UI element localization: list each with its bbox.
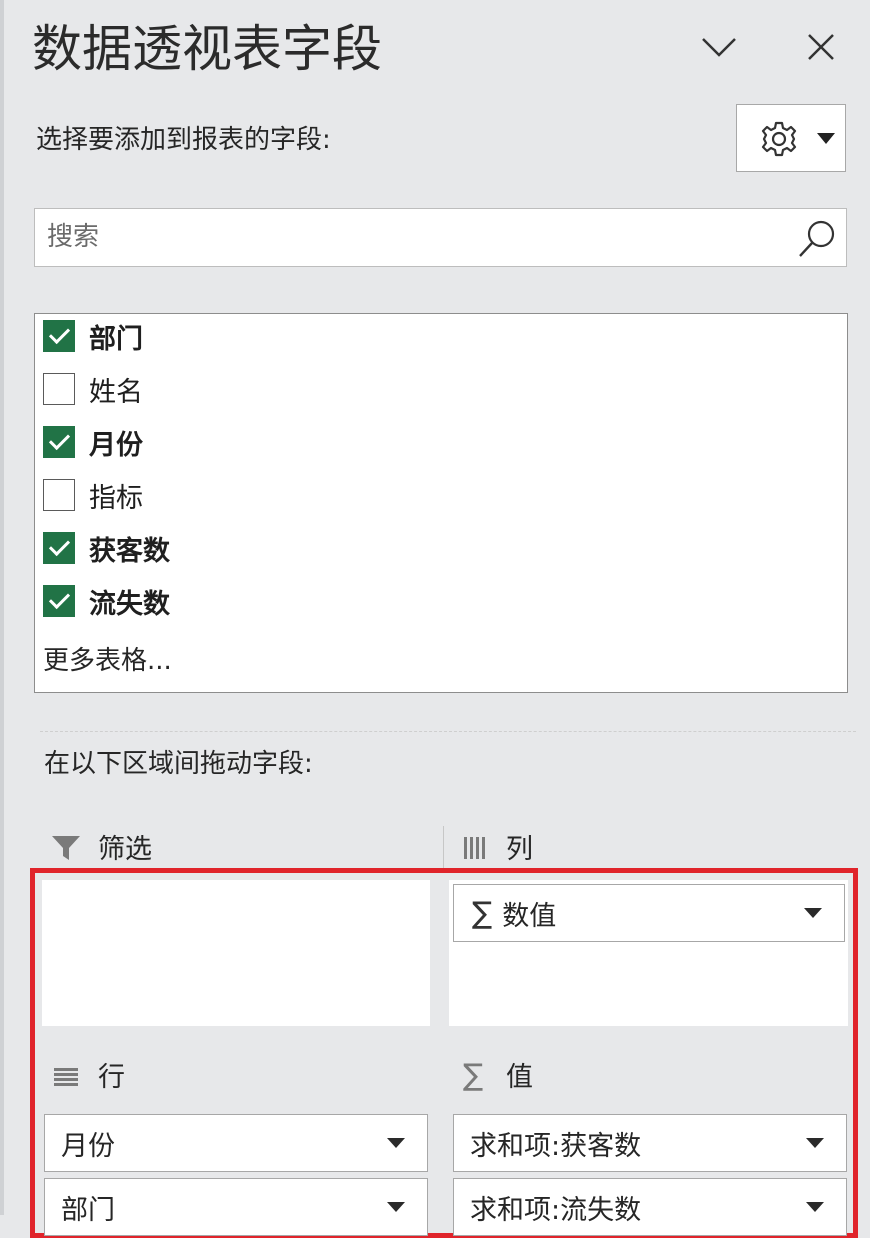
field-checkbox[interactable] xyxy=(43,426,75,458)
field-settings-button[interactable] xyxy=(736,104,846,172)
dropdown-arrow-icon[interactable] xyxy=(387,1138,405,1148)
sigma-icon: ∑ xyxy=(472,895,493,931)
search-input[interactable] xyxy=(47,215,787,259)
values-item-pill[interactable]: 求和项:流失数 xyxy=(453,1178,847,1236)
field-label: 姓名 xyxy=(89,376,143,408)
field-item[interactable]: 流失数 xyxy=(43,579,170,623)
area-separator xyxy=(443,826,444,871)
dropdown-arrow-icon[interactable] xyxy=(806,1202,824,1212)
panel-left-edge xyxy=(0,0,4,1215)
rows-item-pill[interactable]: 部门 xyxy=(44,1178,428,1236)
field-checkbox[interactable] xyxy=(43,373,75,405)
columns-drop-zone[interactable]: ∑ 数值 xyxy=(449,880,848,1026)
pill-label: 求和项:流失数 xyxy=(470,1194,642,1226)
chevron-down-icon[interactable] xyxy=(700,34,738,60)
close-icon[interactable] xyxy=(806,32,836,62)
field-item[interactable]: 月份 xyxy=(43,420,143,464)
field-checkbox[interactable] xyxy=(43,532,75,564)
values-area: ∑ 值 求和项:获客数 求和项:流失数 xyxy=(449,1040,848,1236)
values-item-pill[interactable]: 求和项:获客数 xyxy=(453,1114,847,1172)
more-tables-link[interactable]: 更多表格... xyxy=(43,640,172,677)
filter-area-label: 筛选 xyxy=(98,834,152,865)
section-divider xyxy=(40,731,856,732)
columns-area-label: 列 xyxy=(506,834,533,865)
field-label: 月份 xyxy=(89,429,143,461)
gear-icon xyxy=(761,121,797,157)
field-label: 部门 xyxy=(89,323,143,355)
dropdown-arrow-icon[interactable] xyxy=(806,1138,824,1148)
drag-fields-prompt: 在以下区域间拖动字段: xyxy=(44,749,313,779)
field-item[interactable]: 获客数 xyxy=(43,526,170,570)
field-item[interactable]: 部门 xyxy=(43,314,143,358)
rows-icon xyxy=(54,1068,78,1086)
field-item[interactable]: 姓名 xyxy=(43,367,143,411)
rows-area-label: 行 xyxy=(98,1062,125,1093)
field-search-box[interactable] xyxy=(34,208,847,267)
field-label: 指标 xyxy=(89,482,143,514)
choose-fields-prompt: 选择要添加到报表的字段: xyxy=(36,125,331,155)
dropdown-arrow-icon[interactable] xyxy=(804,908,822,918)
field-label: 流失数 xyxy=(89,588,170,620)
field-label: 获客数 xyxy=(89,535,170,567)
dropdown-arrow-icon[interactable] xyxy=(387,1202,405,1212)
pill-label: 求和项:获客数 xyxy=(470,1130,642,1162)
search-icon[interactable] xyxy=(796,218,838,260)
field-list: 部门 姓名 月份 指标 获客数 流失数 更多表格... xyxy=(34,313,848,693)
field-checkbox[interactable] xyxy=(43,479,75,511)
pill-label: 月份 xyxy=(61,1130,115,1162)
field-checkbox[interactable] xyxy=(43,320,75,352)
field-item[interactable]: 指标 xyxy=(43,473,143,517)
dropdown-arrow-icon xyxy=(817,133,835,144)
panel-title: 数据透视表字段 xyxy=(32,20,382,78)
filter-drop-zone[interactable] xyxy=(42,880,430,1026)
pill-label: 部门 xyxy=(61,1194,115,1226)
rows-item-pill[interactable]: 月份 xyxy=(44,1114,428,1172)
columns-item-pill[interactable]: ∑ 数值 xyxy=(453,884,845,942)
filter-icon xyxy=(52,836,80,860)
rows-area: 行 月份 部门 xyxy=(42,1040,442,1236)
columns-icon xyxy=(464,837,485,859)
pill-label: 数值 xyxy=(502,900,557,932)
sigma-icon: ∑ xyxy=(463,1058,484,1093)
field-checkbox[interactable] xyxy=(43,585,75,617)
values-area-label: 值 xyxy=(506,1062,533,1093)
